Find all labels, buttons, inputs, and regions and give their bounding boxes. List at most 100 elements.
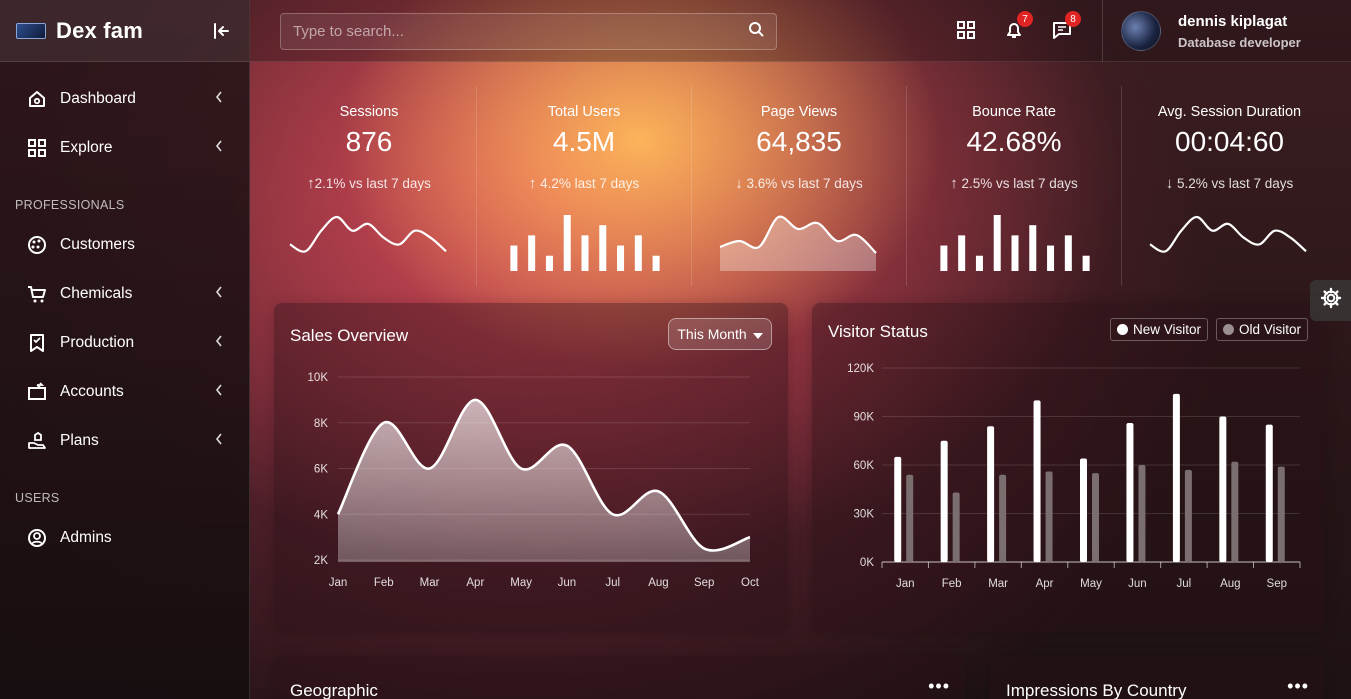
apps-grid-icon[interactable] — [954, 18, 978, 42]
stat-change-suffix: vs last 7 days — [996, 176, 1078, 191]
bar-old-visitor — [952, 492, 960, 562]
arrow-down-icon: ↓ — [1165, 175, 1174, 192]
avatar[interactable] — [1121, 11, 1161, 51]
stats-row: Sessions 876 ↑2.1% vs last 7 days Total … — [262, 86, 1337, 286]
collapse-sidebar-icon[interactable] — [211, 20, 233, 42]
chevron-left-icon — [215, 334, 223, 352]
bar-old-visitor — [1231, 461, 1239, 562]
sidebar-item-chemicals[interactable]: Chemicals — [0, 269, 249, 318]
transfer-icon — [26, 381, 48, 403]
sidebar-item-accounts[interactable]: Accounts — [0, 367, 249, 416]
arrow-down-icon: ↓ — [735, 175, 743, 192]
hand-icon — [26, 430, 48, 452]
user-name: dennis kiplagat — [1178, 12, 1288, 30]
sidebar-item-dashboard[interactable]: Dashboard — [0, 74, 249, 123]
bar-new-visitor — [1080, 458, 1087, 562]
y-tick-label: 8K — [314, 418, 328, 430]
spark-bar — [563, 215, 571, 271]
home-icon — [26, 88, 48, 110]
y-tick-label: 120K — [847, 363, 874, 375]
stat-change: ↓ 5.2% vs last 7 days — [1122, 175, 1337, 192]
card-title: Impressions By Country — [1006, 681, 1187, 699]
brand-logo — [16, 22, 46, 39]
more-options-icon[interactable]: ••• — [1287, 677, 1309, 695]
x-tick-label: Apr — [1036, 578, 1054, 590]
card-title: Geographic — [290, 681, 378, 699]
section-label-professionals: PROFESSIONALS — [15, 198, 125, 212]
messages-icon[interactable]: 8 — [1050, 11, 1081, 42]
bar-new-visitor — [1219, 416, 1227, 562]
spark-bar — [581, 235, 589, 271]
x-tick-label: May — [1080, 578, 1102, 590]
sales-area-fill — [338, 399, 750, 560]
spark-bar — [975, 255, 983, 271]
x-tick-label: Jul — [1177, 578, 1192, 590]
x-tick-label: Jun — [558, 577, 577, 589]
bar-new-visitor — [1126, 422, 1134, 562]
y-tick-label: 6K — [314, 464, 328, 476]
sidebar-item-label: Explore — [60, 138, 113, 156]
spark-bar — [634, 235, 642, 271]
sidebar-item-customers[interactable]: Customers — [0, 220, 249, 269]
stat-label: Bounce Rate — [972, 104, 1056, 120]
stat-value: 42.68% — [966, 126, 1062, 157]
stat-label: Page Views — [760, 104, 838, 120]
sidebar-item-admins[interactable]: Admins — [0, 513, 249, 562]
spark-bar — [528, 235, 536, 271]
spark-bar — [958, 235, 966, 271]
search-icon[interactable] — [748, 21, 764, 42]
spark-bar — [599, 225, 607, 271]
arrow-up-icon: ↑ — [307, 175, 315, 192]
settings-gear-button[interactable] — [1310, 280, 1351, 321]
stat-value: 876 — [345, 126, 393, 157]
x-tick-label: Mar — [988, 578, 1008, 590]
x-tick-label: Mar — [420, 577, 440, 589]
x-tick-label: Jul — [605, 577, 620, 589]
bar-old-visitor — [999, 474, 1007, 562]
messages-badge: 8 — [1065, 11, 1081, 27]
x-tick-label: Sep — [1267, 578, 1287, 590]
bar-new-visitor — [1265, 424, 1273, 562]
y-tick-label: 2K — [314, 555, 328, 567]
sidebar-item-label: Customers — [60, 235, 135, 253]
sidebar-item-label: Admins — [60, 528, 112, 546]
impressions-card: Impressions By Country ••• — [990, 656, 1325, 699]
chevron-left-icon — [215, 139, 223, 157]
spark-bar — [510, 245, 518, 271]
cart-icon — [26, 283, 48, 305]
user-profile-menu[interactable]: dennis kiplagat Database developer — [1102, 0, 1351, 62]
stat-card-total-users: Total Users 4.5M ↑ 4.2% last 7 days — [477, 86, 692, 286]
stat-card-avg-session-duration: Avg. Session Duration 00:04:60 ↓ 5.2% vs… — [1122, 86, 1337, 286]
x-tick-label: Feb — [942, 578, 962, 590]
stat-card-sessions: Sessions 876 ↑2.1% vs last 7 days — [262, 86, 477, 286]
notification-bell-icon[interactable]: 7 — [1002, 11, 1033, 42]
chevron-left-icon — [215, 383, 223, 401]
spark-bar — [1064, 235, 1072, 271]
more-options-icon[interactable]: ••• — [928, 677, 950, 695]
sidebar-item-explore[interactable]: Explore — [0, 123, 249, 172]
x-tick-label: Sep — [694, 577, 714, 589]
bar-new-visitor — [1033, 400, 1041, 562]
sidebar-item-label: Dashboard — [60, 89, 136, 107]
grid-icon — [26, 137, 48, 159]
stat-card-page-views: Page Views 64,835 ↓ 3.6% vs last 7 days — [692, 86, 907, 286]
sparkline-bounce-rate — [940, 215, 1090, 271]
sidebar-item-production[interactable]: Production — [0, 318, 249, 367]
x-tick-label: Jan — [329, 577, 348, 589]
sales-overview-card: Sales Overview This Month 2K 4K 6K 8K 10K Jan… — [274, 303, 788, 632]
y-tick-label: 30K — [854, 509, 875, 521]
stat-change: ↓ 3.6% vs last 7 days — [692, 175, 906, 192]
geographic-card: Geographic ••• — [274, 656, 966, 699]
notification-badge: 7 — [1017, 11, 1033, 27]
y-tick-label: 60K — [854, 460, 875, 472]
sidebar-nav: Dashboard Explore PROFESSIONALS Customer… — [0, 62, 249, 562]
sparkline-total-users — [510, 215, 660, 271]
stat-card-bounce-rate: Bounce Rate 42.68% ↑ 2.5% vs last 7 days — [907, 86, 1122, 286]
spark-bar — [1011, 235, 1019, 271]
sparkline-avg-session-duration — [1149, 215, 1307, 253]
stat-value: 00:04:60 — [1175, 126, 1284, 157]
spark-line — [1149, 215, 1307, 253]
search-input[interactable] — [293, 23, 748, 40]
sidebar: Dex fam Dashboard Explore PROFESSIONALS … — [0, 0, 250, 699]
sidebar-item-plans[interactable]: Plans — [0, 416, 249, 465]
